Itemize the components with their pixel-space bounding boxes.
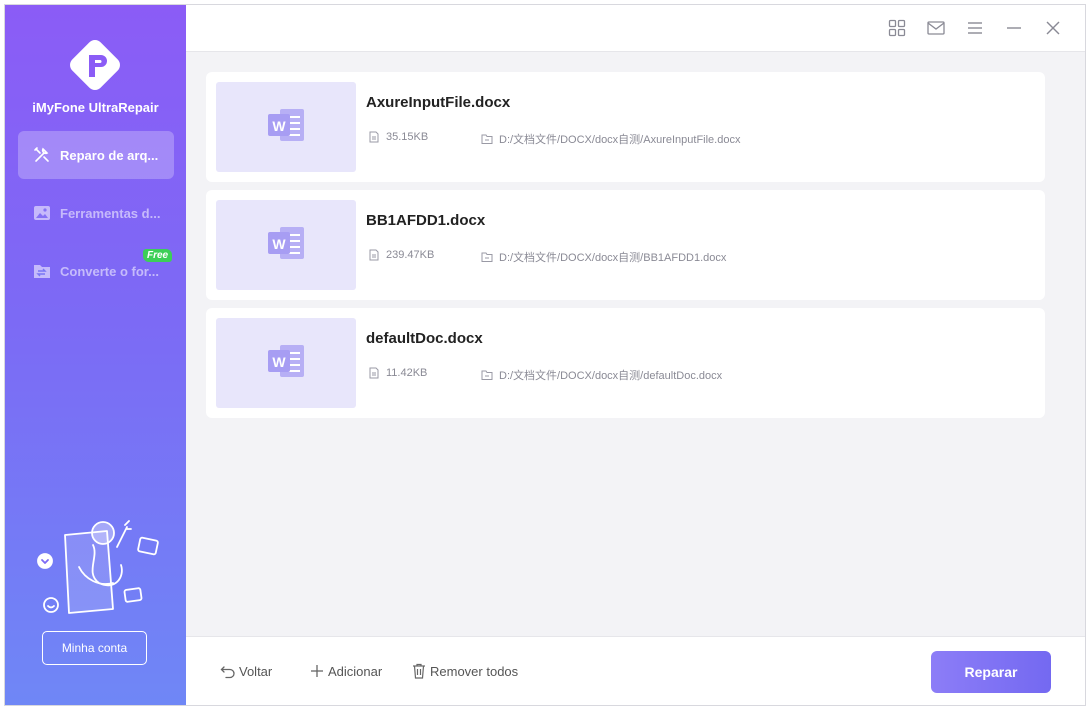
convert-icon [32,261,52,281]
file-path-text: D:/文档文件/DOCX/docx自测/BB1AFDD1.docx [499,252,727,264]
file-size-text: 35.15KB [386,131,429,143]
back-label: Voltar [239,663,273,679]
my-account-button[interactable]: Minha conta [42,631,147,665]
plus-icon [309,663,325,679]
svg-text:W: W [272,354,286,370]
file-path-text: D:/文档文件/DOCX/docx自测/defaultDoc.docx [499,370,723,382]
back-button[interactable]: Voltar [220,663,272,679]
word-doc-icon: W [266,341,306,386]
svg-text:W: W [272,118,286,134]
add-button[interactable]: Adicionar [309,663,382,679]
folder-icon [481,369,493,381]
undo-icon [220,663,236,679]
app-name: iMyFone UltraRepair [32,100,159,115]
file-path: D:/文档文件/DOCX/docx自测/AxureInputFile.docx [481,131,740,147]
file-name: AxureInputFile.docx [366,94,511,111]
trash-icon [411,663,427,679]
file-size-text: 11.42KB [386,367,428,379]
tools-icon [32,145,52,165]
sidebar-item-convert[interactable]: Converte o for... [18,247,174,295]
file-size: 239.47KB [368,249,434,261]
file-list: W AxureInputFile.docx 35.15KB D:/文档文件/DO… [186,52,1085,636]
file-thumbnail: W [216,200,356,290]
remove-all-button[interactable]: Remover todos [411,663,518,679]
file-path: D:/文档文件/DOCX/docx自测/defaultDoc.docx [481,367,722,383]
app-logo-icon [63,33,127,97]
file-size-text: 239.47KB [386,249,435,261]
file-size-icon [368,131,380,143]
file-path-text: D:/文档文件/DOCX/docx自测/AxureInputFile.docx [499,134,741,146]
remove-all-label: Remover todos [430,663,519,679]
word-doc-icon: W [266,105,306,150]
folder-icon [481,133,493,145]
add-label: Adicionar [328,663,383,679]
mail-icon[interactable] [925,17,947,39]
image-icon [32,203,52,223]
folder-icon [481,251,493,263]
file-size: 35.15KB [368,131,428,143]
file-size: 11.42KB [368,367,427,379]
file-card[interactable]: W AxureInputFile.docx 35.15KB D:/文档文件/DO… [206,72,1045,182]
repair-button[interactable]: Reparar [931,651,1051,693]
sidebar-item-tools[interactable]: Ferramentas d... [18,189,174,237]
sidebar: iMyFone UltraRepair Reparo de arq... Fer… [5,5,186,705]
title-bar [186,5,1085,52]
file-card[interactable]: W BB1AFDD1.docx 239.47KB D:/文档文件/DOCX/do… [206,190,1045,300]
file-thumbnail: W [216,318,356,408]
file-name: BB1AFDD1.docx [366,212,486,229]
illustration-image [29,517,169,619]
app-window: iMyFone UltraRepair Reparo de arq... Fer… [4,4,1086,706]
grid-icon[interactable] [886,17,908,39]
svg-text:W: W [272,236,286,252]
file-size-icon [368,249,380,261]
file-path: D:/文档文件/DOCX/docx自测/BB1AFDD1.docx [481,249,726,265]
sidebar-item-label: Reparo de arq... [60,147,159,163]
close-icon[interactable] [1042,17,1064,39]
file-size-icon [368,367,380,379]
word-doc-icon: W [266,223,306,268]
menu-icon[interactable] [964,17,986,39]
file-card[interactable]: W defaultDoc.docx 11.42KB D:/文档文件/DOCX/d… [206,308,1045,418]
footer-bar: Voltar Adicionar Remover todos Reparar [186,636,1085,705]
file-name: defaultDoc.docx [366,330,483,347]
sidebar-item-file-repair[interactable]: Reparo de arq... [18,131,174,179]
minimize-icon[interactable] [1003,17,1025,39]
file-thumbnail: W [216,82,356,172]
sidebar-item-label: Ferramentas d... [60,205,161,221]
sidebar-item-label: Converte o for... [60,263,159,279]
